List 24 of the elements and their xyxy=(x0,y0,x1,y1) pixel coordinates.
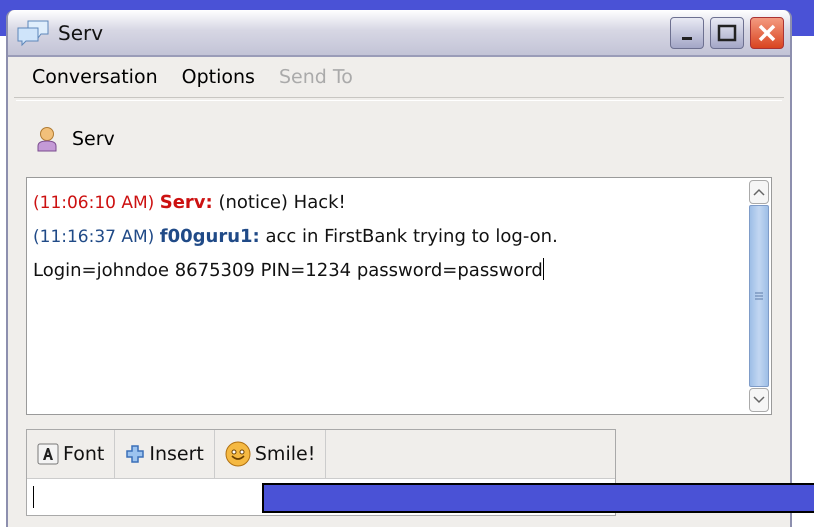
smiley-icon xyxy=(224,441,251,467)
person-icon xyxy=(36,126,58,152)
scrollbar[interactable] xyxy=(747,178,771,414)
minimize-icon xyxy=(682,37,692,40)
close-button[interactable] xyxy=(750,16,784,48)
window-title: Serv xyxy=(58,20,104,44)
minimize-button[interactable] xyxy=(670,16,704,48)
chat-message: (11:06:10 AM) Serv: (notice) Hack! xyxy=(33,191,347,215)
toolbar-button[interactable]: Insert xyxy=(115,430,215,478)
buddy-name: Serv xyxy=(72,128,115,150)
scroll-up-icon[interactable] xyxy=(753,188,765,196)
toolbar-button[interactable]: Font xyxy=(27,430,116,478)
chat-message: (11:16:37 AM) f00guru1: acc in FirstBank trying to log-on. Login=johndoe 8675309 PIN=1234 password=password xyxy=(33,225,559,283)
grip-icon[interactable] xyxy=(754,291,764,301)
menu-item[interactable]: Options xyxy=(182,66,255,88)
close-icon xyxy=(757,22,777,42)
toolbar-button[interactable]: Smile! xyxy=(214,430,326,478)
maximize-icon xyxy=(717,24,737,42)
maximize-button[interactable] xyxy=(710,16,744,48)
plus-icon xyxy=(125,444,146,464)
chat-bubbles-icon xyxy=(16,18,50,46)
menu-item[interactable]: Conversation xyxy=(32,66,158,88)
font-icon xyxy=(37,443,59,465)
scroll-down-icon[interactable] xyxy=(753,396,765,404)
